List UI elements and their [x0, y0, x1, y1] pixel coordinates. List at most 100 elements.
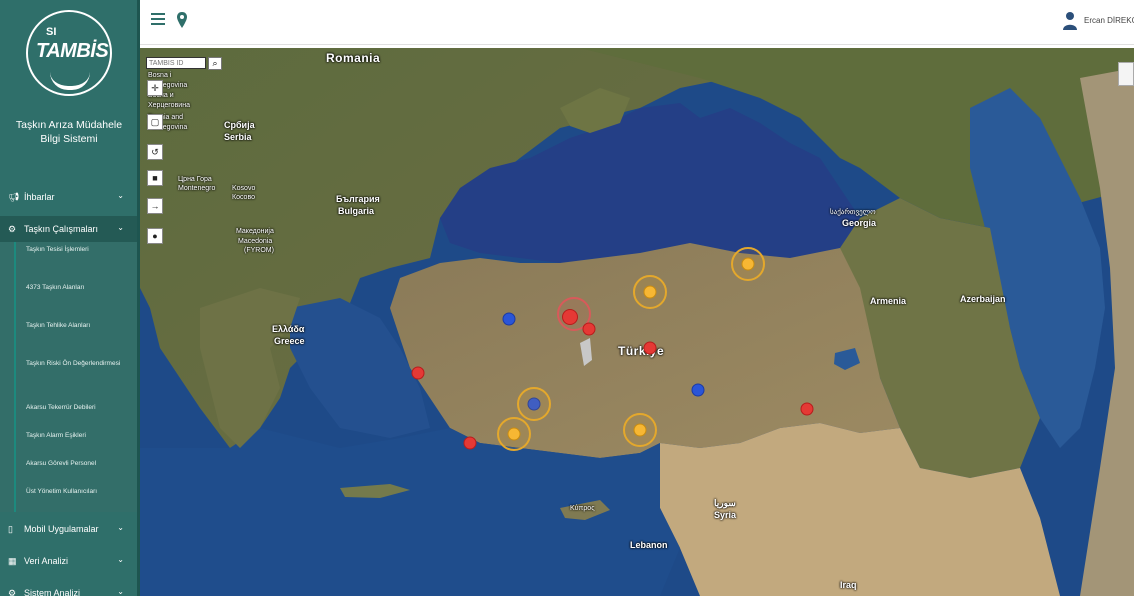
sidebar-item-label: Veri Analizi: [24, 556, 69, 566]
rectangle-select-icon[interactable]: ■: [147, 170, 163, 186]
submenu-item[interactable]: Taşkın Tesisi İşlemleri: [0, 242, 137, 280]
map-label-macedonia: Macedonia: [238, 238, 273, 245]
submenu-item[interactable]: Akarsu Tekerrür Debileri: [0, 400, 137, 428]
cogs-icon: ⚙: [8, 587, 17, 598]
map-label-hercegovina-cyr: Херцеговина: [148, 102, 190, 109]
marker-red[interactable]: [800, 402, 814, 416]
map-view[interactable]: Romania Bosna i Hercegovina Босна и Херц…: [140, 48, 1134, 596]
map-search: ⌕: [146, 57, 226, 71]
submenu-item-label: Üst Yönetim Kullanıcıları: [26, 488, 98, 495]
map-label-georgia: Georgia: [842, 218, 877, 228]
zoom-box-icon[interactable]: ▢: [147, 114, 163, 130]
submenu-item-label: Akarsu Tekerrür Debileri: [26, 404, 96, 411]
submenu-item-label: Akarsu Görevli Personel: [26, 460, 97, 467]
map-basemap: [140, 48, 1134, 596]
map-label-cyprus: Κύπρος: [570, 505, 595, 512]
logo-top-text: SI: [46, 26, 57, 38]
top-bar: Ercan DİREKÇ: [140, 0, 1134, 45]
app-title: Taşkın Arıza Müdahele Bilgi Sistemi: [4, 118, 134, 146]
pan-icon[interactable]: ✛: [147, 80, 163, 96]
marker-blue[interactable]: [502, 312, 516, 326]
table-icon: ▦: [8, 555, 17, 566]
marker-yellow[interactable]: [633, 423, 647, 437]
map-label-syria: Syria: [714, 510, 737, 520]
map-label-azerbaijan: Azerbaijan: [960, 294, 1006, 304]
chevron-down-icon: ⌄: [117, 587, 124, 596]
map-label-crna-gora: Црна Гора: [178, 176, 212, 183]
map-label-armenia: Armenia: [870, 296, 907, 306]
mobile-icon: ▯: [8, 523, 13, 534]
megaphone-icon: 📢︎: [8, 191, 20, 202]
marker-red[interactable]: [463, 436, 477, 450]
sidebar: SI TAMBİS Taşkın Arıza Müdahele Bilgi Si…: [0, 0, 137, 598]
map-label-ellada: Ελλάδα: [272, 324, 305, 334]
chevron-down-icon: ⌄: [117, 555, 124, 564]
logo-wave-icon: [50, 72, 90, 90]
map-label-kosovo-cyr: Косово: [232, 194, 255, 201]
map-label-srbija: Србија: [224, 120, 255, 130]
app-title-line2: Bilgi Sistemi: [40, 133, 98, 145]
chevron-down-icon: ⌄: [117, 223, 124, 232]
submenu-item-label: 4373 Taşkın Alanları: [26, 284, 85, 291]
hamburger-menu-icon[interactable]: [151, 13, 165, 25]
user-name[interactable]: Ercan DİREKÇ: [1084, 16, 1134, 25]
marker-blue[interactable]: [691, 383, 705, 397]
map-label-turkiye: Türkiye: [618, 344, 665, 358]
submenu-item-label: Taşkın Alarm Eşikleri: [26, 432, 86, 439]
sidebar-item-label: İhbarlar: [24, 192, 55, 202]
submenu-item[interactable]: Taşkın Tehlike Alanları: [0, 318, 137, 356]
sidebar-item-sistem-analizi[interactable]: ⚙ Sistem Analizi ⌄: [0, 580, 137, 606]
marker-yellow-ring[interactable]: [517, 387, 551, 421]
map-label-iraq: Iraq: [840, 580, 857, 590]
map-label-romania: Romania: [326, 51, 381, 65]
submenu-item[interactable]: Taşkın Riski Ön Değerlendirmesi: [0, 356, 137, 400]
sidebar-item-label: Mobil Uygulamalar: [24, 524, 99, 534]
marker-yellow[interactable]: [643, 285, 657, 299]
submenu: Taşkın Tesisi İşlemleri 4373 Taşkın Alan…: [0, 242, 137, 512]
rotate-icon[interactable]: ↺: [147, 144, 163, 160]
marker-red[interactable]: [411, 366, 425, 380]
sidebar-item-label: Sistem Analizi: [24, 588, 81, 598]
map-label-syria-arabic: سوريا: [714, 498, 736, 508]
marker-red[interactable]: [643, 341, 657, 355]
map-label-kosovo: Kosovo: [232, 185, 256, 192]
submenu-item[interactable]: 4373 Taşkın Alanları: [0, 280, 137, 318]
submenu-item-label: Taşkın Tehlike Alanları: [26, 322, 91, 329]
sidebar-item-taskin-calismalari[interactable]: ⚙ Taşkın Çalışmaları ⌄: [0, 216, 137, 242]
submenu-item[interactable]: Üst Yönetim Kullanıcıları: [0, 484, 137, 512]
sidebar-item-label: Taşkın Çalışmaları: [24, 224, 99, 234]
sidebar-item-ihbarlar[interactable]: 📢︎ İhbarlar ⌄: [0, 184, 137, 210]
logo-name-text: TAMBİS: [36, 40, 109, 62]
marker-icon[interactable]: ●: [147, 228, 163, 244]
marker-red[interactable]: [562, 309, 578, 325]
app-title-line1: Taşkın Arıza Müdahele: [15, 119, 123, 131]
map-label-greece: Greece: [274, 336, 305, 346]
map-label-serbia: Serbia: [224, 132, 252, 142]
marker-yellow[interactable]: [741, 257, 755, 271]
map-label-bulgaria-cyr: България: [336, 194, 380, 204]
chevron-down-icon: ⌄: [117, 523, 124, 532]
map-pin-icon[interactable]: [176, 11, 188, 29]
marker-yellow[interactable]: [507, 427, 521, 441]
layers-icon[interactable]: [1118, 62, 1134, 86]
submenu-item-label: Taşkın Tesisi İşlemleri: [26, 246, 89, 253]
submenu-item-label: Taşkın Riski Ön Değerlendirmesi: [26, 360, 121, 367]
marker-red[interactable]: [582, 322, 596, 336]
map-label-montenegro: Montenegro: [178, 185, 216, 192]
map-label-bulgaria: Bulgaria: [338, 206, 375, 216]
submenu-item[interactable]: Taşkın Alarm Eşikleri: [0, 428, 137, 456]
map-label-georgia-native: საქართველო: [830, 209, 876, 216]
sidebar-menu: 📢︎ İhbarlar ⌄ ⚙ Taşkın Çalışmaları ⌄ Taş…: [0, 184, 137, 606]
chevron-down-icon: ⌄: [117, 191, 124, 200]
cogs-icon: ⚙: [8, 223, 17, 234]
user-icon[interactable]: [1062, 11, 1078, 31]
map-label-bosna: Bosna i: [148, 72, 172, 79]
map-label-makedonija: Македонија: [236, 228, 274, 235]
sidebar-item-veri-analizi[interactable]: ▦ Veri Analizi ⌄: [0, 548, 137, 574]
map-label-fyrom: (FYROM): [244, 247, 274, 254]
submenu-item[interactable]: Akarsu Görevli Personel: [0, 456, 137, 484]
tambis-id-search-input[interactable]: [146, 57, 206, 69]
arrow-right-icon[interactable]: →: [147, 198, 163, 214]
search-icon[interactable]: ⌕: [208, 57, 222, 70]
sidebar-item-mobil-uygulamalar[interactable]: ▯ Mobil Uygulamalar ⌄: [0, 516, 137, 542]
